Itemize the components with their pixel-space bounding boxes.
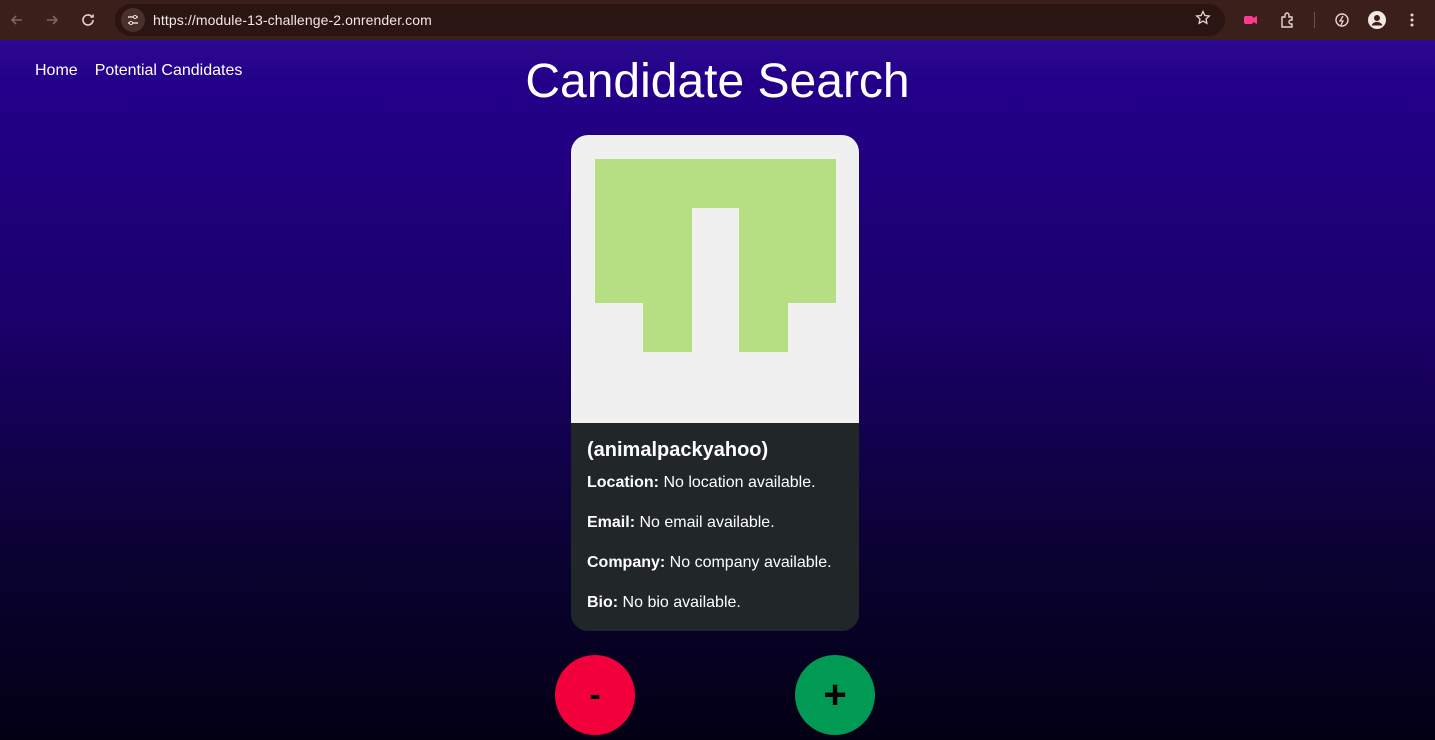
- profile-avatar-icon[interactable]: [1365, 8, 1389, 32]
- reject-candidate-button[interactable]: -: [555, 655, 635, 735]
- forward-arrow-icon[interactable]: [38, 6, 66, 34]
- save-candidate-button[interactable]: +: [795, 655, 875, 735]
- address-bar[interactable]: https://module-13-challenge-2.onrender.c…: [115, 4, 1225, 36]
- email-value: No email available.: [635, 514, 775, 531]
- candidate-bio: Bio: No bio available.: [587, 592, 843, 613]
- extension-record-icon[interactable]: [1238, 8, 1262, 32]
- site-settings-icon[interactable]: [121, 8, 145, 32]
- candidate-info: (animalpackyahoo) Location: No location …: [571, 423, 859, 613]
- more-menu-icon[interactable]: [1400, 8, 1424, 32]
- candidate-company: Company: No company available.: [587, 552, 843, 573]
- company-label: Company:: [587, 554, 666, 571]
- candidate-location: Location: No location available.: [587, 472, 843, 493]
- candidate-avatar: [571, 135, 859, 423]
- identicon-image: [595, 159, 836, 352]
- candidate-card: (animalpackyahoo) Location: No location …: [571, 135, 859, 631]
- candidate-login: (animalpackyahoo): [587, 439, 769, 461]
- extensions-puzzle-icon[interactable]: [1276, 8, 1300, 32]
- back-arrow-icon[interactable]: [3, 6, 31, 34]
- bookmark-star-icon[interactable]: [1195, 9, 1211, 31]
- page-body: Home Potential Candidates Candidate Sear…: [0, 40, 1435, 740]
- bio-label: Bio:: [587, 594, 619, 611]
- bio-value: No bio available.: [618, 594, 741, 611]
- candidate-email: Email: No email available.: [587, 512, 843, 533]
- page-title: Candidate Search: [525, 55, 910, 108]
- company-value: No company available.: [665, 554, 832, 571]
- location-label: Location:: [587, 474, 659, 491]
- email-label: Email:: [587, 514, 636, 531]
- performance-icon[interactable]: [1330, 8, 1354, 32]
- location-value: No location available.: [659, 474, 816, 491]
- browser-toolbar: https://module-13-challenge-2.onrender.c…: [0, 0, 1435, 40]
- toolbar-separator: [1314, 12, 1315, 28]
- url-text[interactable]: https://module-13-challenge-2.onrender.c…: [153, 12, 432, 28]
- reload-icon[interactable]: [74, 6, 102, 34]
